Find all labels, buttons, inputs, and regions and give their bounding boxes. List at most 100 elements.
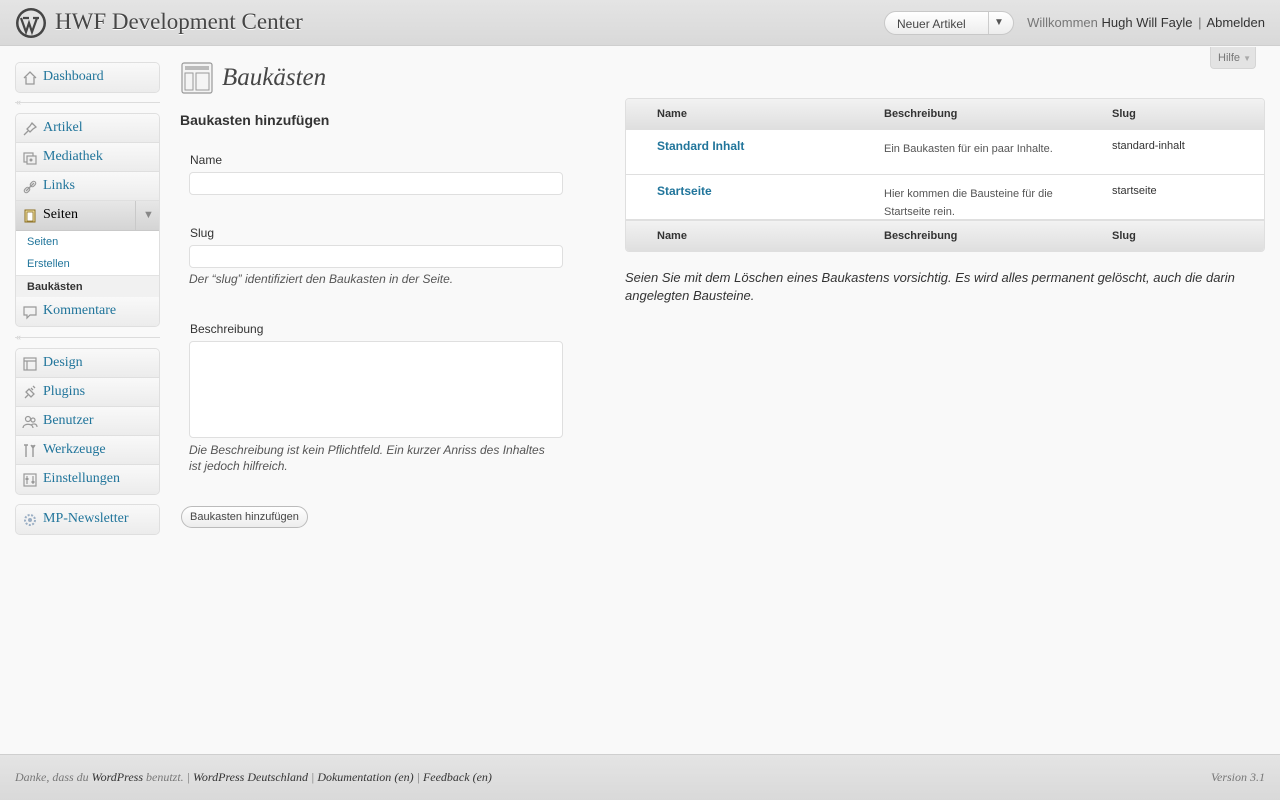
name-input[interactable]: [189, 172, 563, 195]
logout-link[interactable]: Abmelden: [1206, 15, 1265, 30]
welcome-bar: Willkommen Hugh Will Fayle | Abmelden: [1027, 15, 1265, 30]
menu-label[interactable]: Dashboard: [43, 69, 104, 85]
documentation-link[interactable]: Dokumentation: [317, 770, 391, 784]
feedback-link[interactable]: Feedback: [423, 770, 470, 784]
description-textarea[interactable]: [189, 341, 563, 438]
row-name-link[interactable]: Standard Inhalt: [657, 139, 744, 153]
menu-label[interactable]: Mediathek: [43, 149, 103, 165]
help-tab-label[interactable]: Hilfe: [1218, 52, 1240, 64]
separator: |: [311, 770, 315, 784]
comment-icon: [23, 306, 37, 320]
delete-warning: Seien Sie mit dem Löschen eines Baukaste…: [625, 270, 1235, 303]
column-header-slug[interactable]: Slug: [1112, 108, 1136, 120]
menu-dashboard-group: Dashboard: [15, 62, 160, 93]
footer-thanks-suffix: benutzt.: [146, 770, 184, 784]
help-tab[interactable]: Hilfe ▼: [1210, 47, 1256, 69]
menu-plugin-group: MP-Newsletter: [15, 504, 160, 535]
menu-label[interactable]: Seiten: [43, 207, 78, 223]
menu-label[interactable]: Design: [43, 355, 83, 371]
link-icon: [23, 180, 37, 194]
separator: |: [416, 770, 420, 784]
menu-label[interactable]: Kommentare: [43, 303, 116, 319]
menu-item-design[interactable]: Design: [16, 349, 159, 378]
new-article-dropdown[interactable]: Neuer Artikel ▼: [884, 11, 1014, 35]
table-footer: Name Beschreibung Slug: [626, 220, 1264, 251]
row-slug: standard-inhalt: [1112, 140, 1185, 152]
separator: |: [186, 770, 190, 784]
gear-icon: [24, 514, 36, 526]
plugin-icon: [24, 385, 36, 399]
wordpress-deutschland-link[interactable]: WordPress Deutschland: [193, 770, 308, 784]
row-name-link[interactable]: Startseite: [657, 184, 712, 198]
menu-label[interactable]: MP-Newsletter: [43, 511, 129, 527]
name-label: Name: [190, 153, 223, 167]
design-icon: [23, 357, 37, 371]
menu-item-einstellungen[interactable]: Einstellungen: [16, 465, 159, 494]
row-description: Hier kommen die Bausteine für die Starts…: [884, 188, 1053, 218]
new-article-label[interactable]: Neuer Artikel: [897, 17, 966, 31]
menu-separator: [15, 102, 160, 103]
menu-item-dashboard[interactable]: Dashboard: [16, 63, 159, 92]
menu-label[interactable]: Plugins: [43, 384, 85, 400]
version-text: Version 3.1: [1211, 770, 1265, 784]
submenu-item-erstellen[interactable]: Erstellen: [16, 253, 159, 275]
feedback-lang[interactable]: (en): [473, 770, 492, 784]
slug-input[interactable]: [189, 245, 563, 268]
menu-item-werkzeuge[interactable]: Werkzeuge: [16, 436, 159, 465]
settings-icon: [23, 473, 37, 487]
row-description: Ein Baukasten für ein paar Inhalte.: [884, 143, 1053, 155]
column-footer-slug[interactable]: Slug: [1112, 230, 1136, 242]
add-baukasten-button[interactable]: Baukasten hinzufügen: [181, 506, 308, 528]
admin-header: HWF Development Center Neuer Artikel ▼ W…: [0, 0, 1280, 46]
column-header-description[interactable]: Beschreibung: [884, 108, 957, 120]
user-link[interactable]: Hugh Will Fayle: [1102, 15, 1193, 30]
menu-item-mediathek[interactable]: Mediathek: [16, 143, 159, 172]
menu-label[interactable]: Einstellungen: [43, 471, 120, 487]
description-label: Beschreibung: [190, 322, 264, 336]
users-icon: [22, 415, 38, 429]
menu-item-seiten[interactable]: Seiten ▼: [16, 201, 159, 231]
chevron-down-icon: ▼: [143, 209, 154, 221]
menu-label[interactable]: Artikel: [43, 120, 83, 136]
menu-separator: [15, 337, 160, 338]
pin-icon: [23, 121, 38, 136]
dropdown-divider: [988, 12, 989, 34]
menu-item-links[interactable]: Links: [16, 172, 159, 201]
documentation-lang[interactable]: (en): [394, 770, 413, 784]
menu-item-artikel[interactable]: Artikel: [16, 114, 159, 143]
wordpress-link[interactable]: WordPress: [92, 770, 143, 784]
menu-item-newsletter[interactable]: MP-Newsletter: [16, 505, 159, 534]
menu-item-plugins[interactable]: Plugins: [16, 378, 159, 407]
dropdown-arrow-icon[interactable]: ▼: [994, 17, 1004, 28]
separator: |: [1198, 15, 1202, 30]
row-slug: startseite: [1112, 185, 1157, 197]
menu-label[interactable]: Links: [43, 178, 75, 194]
footer-thanks-prefix: Danke, dass du: [15, 770, 89, 784]
admin-footer: Danke, dass du WordPress benutzt. | Word…: [0, 754, 1280, 800]
menu-label[interactable]: Werkzeuge: [43, 442, 106, 458]
submenu-item-baukaesten[interactable]: Baukästen: [16, 275, 159, 297]
baukaesten-table: Name Beschreibung Slug Standard Inhalt E…: [625, 98, 1265, 252]
pages-icon: [24, 209, 36, 223]
description-help-text: Die Beschreibung ist kein Pflichtfeld. E…: [189, 443, 545, 473]
column-footer-name[interactable]: Name: [657, 230, 687, 242]
footer-credits: Danke, dass du WordPress benutzt. | Word…: [15, 770, 492, 785]
column-header-name[interactable]: Name: [657, 108, 687, 120]
page-layout-icon: [181, 62, 213, 94]
submenu-item-seiten[interactable]: Seiten: [16, 231, 159, 253]
menu-item-benutzer[interactable]: Benutzer: [16, 407, 159, 436]
submenu-toggle[interactable]: ▼: [135, 201, 159, 231]
form-title: Baukasten hinzufügen: [180, 112, 330, 128]
welcome-text: Willkommen: [1027, 15, 1098, 30]
column-footer-description[interactable]: Beschreibung: [884, 230, 957, 242]
site-title[interactable]: HWF Development Center: [55, 9, 303, 35]
menu-label[interactable]: Benutzer: [43, 413, 94, 429]
menu-item-kommentare[interactable]: Kommentare: [16, 297, 159, 326]
menu-content-group: Artikel Mediathek Links Seiten ▼ Seiten …: [15, 113, 160, 327]
table-row: Standard Inhalt Ein Baukasten für ein pa…: [626, 130, 1264, 175]
wordpress-logo-icon[interactable]: [15, 7, 47, 39]
chevron-down-icon: ▼: [1243, 54, 1251, 63]
tools-icon: [24, 444, 36, 457]
menu-admin-group: Design Plugins Benutzer Werkzeuge Einste…: [15, 348, 160, 495]
seiten-submenu: Seiten Erstellen Baukästen: [16, 231, 159, 297]
